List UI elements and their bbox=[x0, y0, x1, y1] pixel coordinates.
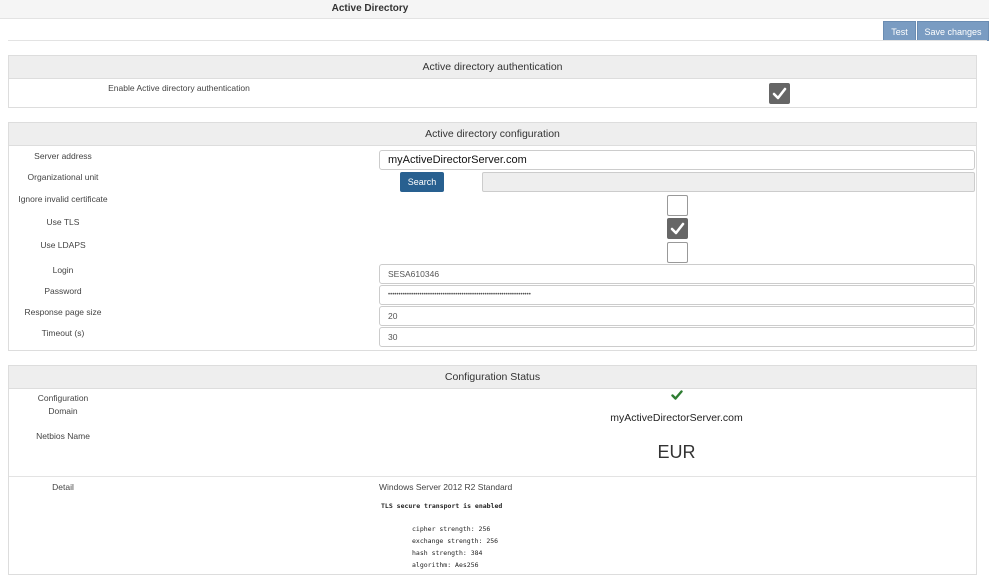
check-icon bbox=[671, 390, 683, 403]
check-icon bbox=[772, 87, 787, 100]
status-divider bbox=[9, 476, 976, 477]
ignore-invalid-cert-checkbox[interactable] bbox=[667, 195, 688, 216]
auth-panel: Active directory authentication Enable A… bbox=[8, 55, 977, 108]
netbios-name-label: Netbios Name bbox=[36, 431, 90, 441]
test-button[interactable]: Test bbox=[883, 21, 916, 41]
toolbar-divider bbox=[8, 40, 987, 41]
use-ldaps-label: Use LDAPS bbox=[40, 240, 86, 250]
page-title: Active Directory bbox=[331, 3, 409, 14]
save-changes-button[interactable]: Save changes bbox=[917, 21, 989, 41]
password-input[interactable]: ••••••••••••••••••••••••••••••••••••••••… bbox=[379, 285, 975, 305]
password-label: Password bbox=[44, 286, 82, 296]
enable-ad-auth-checkbox[interactable] bbox=[769, 83, 790, 104]
login-input[interactable]: SESA610346 bbox=[379, 264, 975, 284]
use-tls-checkbox[interactable] bbox=[667, 218, 688, 239]
detail-os: Windows Server 2012 R2 Standard bbox=[379, 482, 513, 492]
status-panel: Configuration Status Configuration Domai… bbox=[8, 365, 977, 575]
detail-tls-line: TLS secure transport is enabled bbox=[381, 502, 503, 510]
login-label: Login bbox=[52, 265, 74, 275]
domain-value: myActiveDirectorServer.com bbox=[610, 412, 743, 424]
detail-label: Detail bbox=[52, 482, 74, 492]
server-address-input[interactable]: myActiveDirectorServer.com bbox=[379, 150, 975, 170]
check-icon bbox=[670, 222, 685, 235]
detail-exchange-line: exchange strength: 256 bbox=[412, 537, 499, 545]
detail-cipher-line: cipher strength: 256 bbox=[412, 525, 491, 533]
netbios-name-value: EUR bbox=[657, 442, 696, 462]
use-ldaps-checkbox[interactable] bbox=[667, 242, 688, 263]
ignore-invalid-cert-label: Ignore invalid certificate bbox=[18, 194, 108, 204]
timeout-label: Timeout (s) bbox=[41, 328, 85, 338]
organizational-unit-field[interactable] bbox=[482, 172, 975, 192]
config-panel: Active directory configuration Server ad… bbox=[8, 122, 977, 351]
response-page-size-label: Response page size bbox=[24, 307, 102, 317]
configuration-label: Configuration bbox=[37, 393, 89, 403]
config-panel-header: Active directory configuration bbox=[9, 123, 976, 146]
configuration-status-check bbox=[671, 390, 683, 400]
domain-label: Domain bbox=[48, 406, 78, 416]
detail-hash-line: hash strength: 384 bbox=[412, 549, 483, 557]
timeout-input[interactable]: 30 bbox=[379, 327, 975, 347]
auth-panel-header: Active directory authentication bbox=[9, 56, 976, 79]
enable-ad-auth-label: Enable Active directory authentication bbox=[108, 83, 250, 93]
detail-algorithm-line: algorithm: Aes256 bbox=[412, 561, 479, 569]
use-tls-label: Use TLS bbox=[46, 217, 80, 227]
search-button[interactable]: Search bbox=[400, 172, 444, 192]
organizational-unit-label: Organizational unit bbox=[27, 172, 99, 182]
response-page-size-input[interactable]: 20 bbox=[379, 306, 975, 326]
status-panel-header: Configuration Status bbox=[9, 366, 976, 389]
server-address-label: Server address bbox=[34, 151, 92, 161]
